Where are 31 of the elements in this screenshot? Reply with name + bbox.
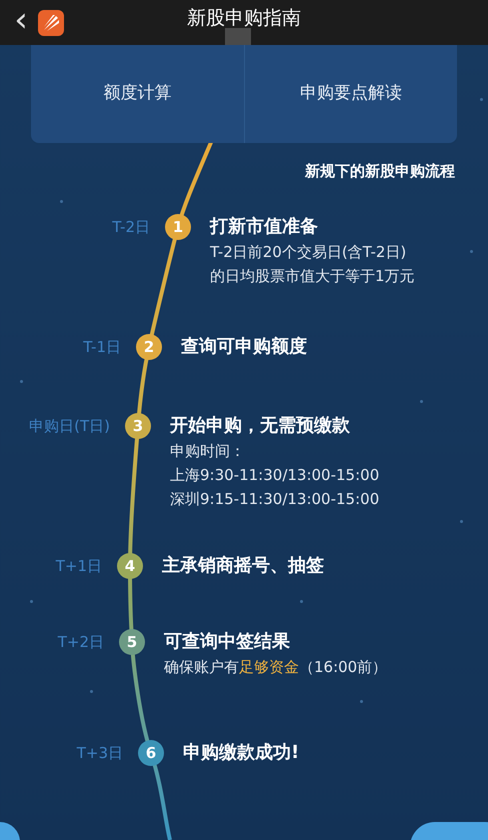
notch bbox=[225, 28, 251, 45]
step-day: T-1日 bbox=[0, 334, 121, 358]
tab[interactable]: 申购要点解读 bbox=[244, 45, 457, 143]
step-day: T+1日 bbox=[0, 553, 102, 578]
app-logo-icon bbox=[38, 10, 64, 36]
step-number: 6 bbox=[138, 740, 164, 766]
step-detail: T-2日前20个交易日(含T-2日) bbox=[210, 242, 406, 263]
tab[interactable]: 额度计算 bbox=[31, 45, 244, 143]
step-detail: 申购时间： bbox=[170, 441, 245, 462]
step-title: 可查询中签结果 bbox=[164, 630, 290, 654]
step-detail: 深圳9:15-11:30/13:00-15:00 bbox=[170, 489, 380, 510]
step-detail: 上海9:30-11:30/13:00-15:00 bbox=[170, 465, 380, 486]
page-title: 新股申购指南 bbox=[187, 6, 301, 31]
step-detail: 的日均股票市值大于等于1万元 bbox=[210, 266, 415, 287]
step-day: 申购日(T日) bbox=[0, 413, 110, 438]
flow-title: 新规下的新股申购流程 bbox=[305, 161, 455, 182]
step-title: 打新市值准备 bbox=[210, 215, 318, 239]
step-day: T-2日 bbox=[0, 214, 150, 238]
step-title: 查询可申购额度 bbox=[181, 335, 307, 359]
back-button[interactable]: ‹ bbox=[12, 2, 30, 42]
step-number: 1 bbox=[165, 214, 191, 240]
step-title: 开始申购，无需预缴款 bbox=[170, 414, 350, 438]
step-number: 4 bbox=[117, 553, 143, 579]
step-number: 2 bbox=[136, 334, 162, 360]
step-day: T+3日 bbox=[0, 740, 123, 764]
step-number: 3 bbox=[125, 413, 151, 439]
step-detail: 确保账户有足够资金（16:00前） bbox=[164, 657, 388, 678]
step-day: T+2日 bbox=[0, 629, 104, 654]
step-title: 申购缴款成功! bbox=[183, 741, 300, 765]
step-number: 5 bbox=[119, 629, 145, 655]
step-title: 主承销商摇号、抽签 bbox=[162, 554, 324, 578]
